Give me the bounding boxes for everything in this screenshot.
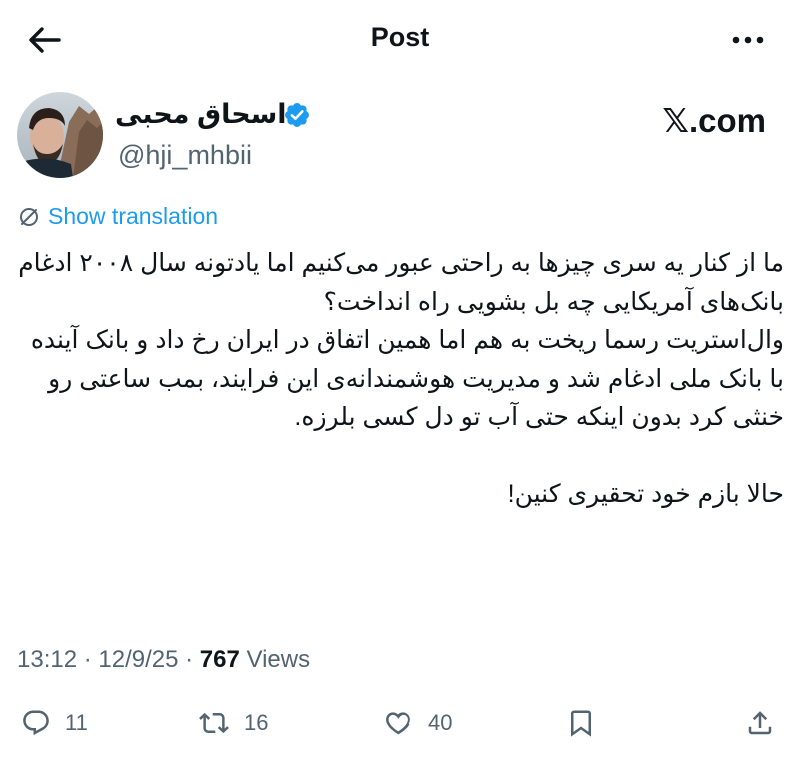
more-button[interactable] [726, 20, 770, 60]
like-count: 40 [428, 710, 453, 735]
tweet-text: ما از کنار یه سری چیزها به راحتی عبور می… [18, 249, 784, 508]
page-title: Post [370, 22, 430, 52]
author-display-name[interactable]: اسحاق محبی [115, 99, 287, 130]
share-button[interactable] [745, 700, 789, 746]
repost-icon [199, 712, 229, 734]
bookmark-button[interactable] [566, 700, 610, 746]
repost-button[interactable]: 16 [198, 700, 268, 746]
x-logo: 𝕏 [662, 101, 689, 140]
like-button[interactable]: 40 [382, 700, 452, 746]
views-label: Views [239, 646, 311, 673]
reply-count: 11 [65, 710, 88, 735]
share-icon [748, 711, 772, 735]
show-translation-label: Show translation [48, 203, 219, 229]
author-handle[interactable]: @hji_mhbii [118, 140, 252, 171]
views-count: 767 [199, 646, 240, 673]
action-bar: 11 16 40 [0, 700, 800, 748]
x-com-suffix: .com [688, 101, 766, 139]
x-com-watermark: 𝕏 .com [662, 101, 766, 140]
avatar[interactable] [17, 92, 103, 178]
translate-icon [20, 207, 38, 226]
reply-icon [23, 710, 49, 736]
bookmark-icon [571, 710, 591, 737]
repost-count: 16 [244, 710, 269, 735]
reply-button[interactable]: 11 [21, 700, 88, 746]
meta-separator-2: · [178, 646, 200, 673]
tweet-time[interactable]: 13:12 [17, 646, 77, 673]
meta-separator-1: · [77, 646, 99, 673]
tweet-meta: 13:12 · 12/9/25 · 767 Views [17, 646, 310, 674]
verified-badge-icon [285, 103, 309, 127]
show-translation-link[interactable]: Show translation [18, 203, 218, 230]
heart-icon [386, 712, 410, 735]
tweet-date[interactable]: 12/9/25 [98, 646, 178, 673]
more-horizontal-icon [732, 36, 764, 44]
top-bar: Post [0, 0, 800, 80]
